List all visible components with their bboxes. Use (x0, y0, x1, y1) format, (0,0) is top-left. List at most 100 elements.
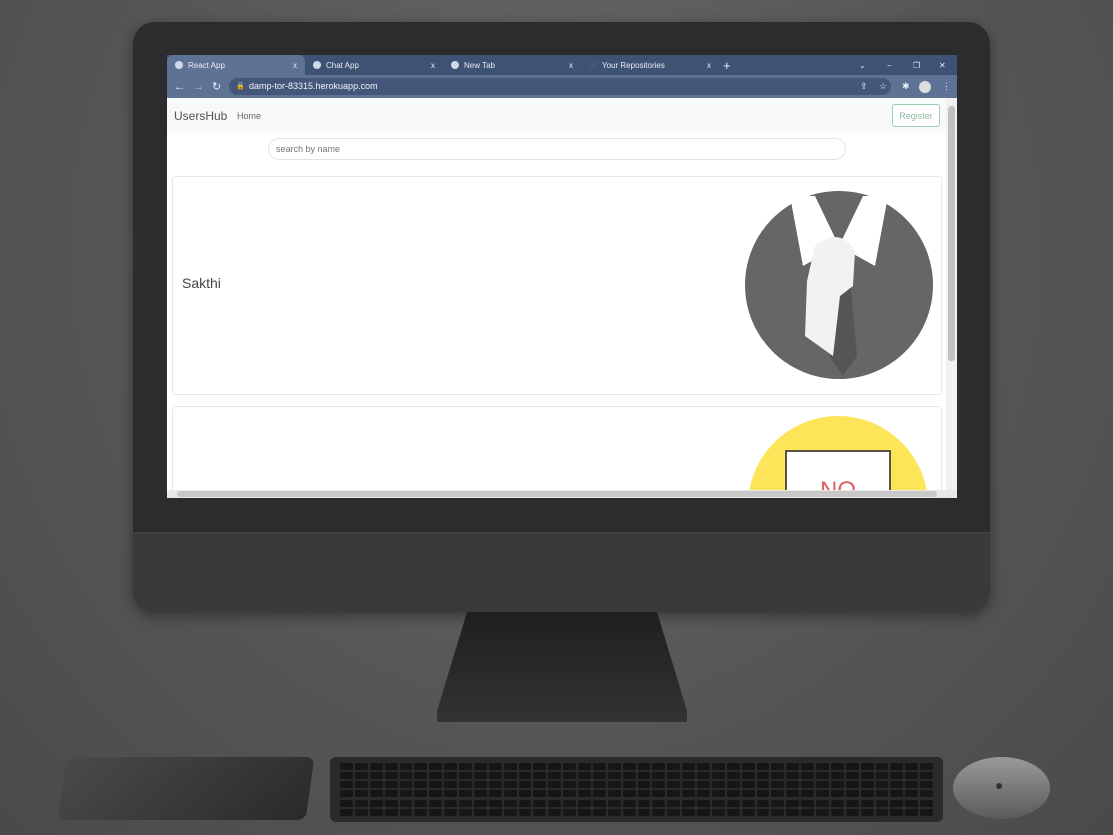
key (578, 808, 591, 816)
key (518, 763, 532, 770)
reload-icon[interactable]: ↻ (212, 80, 221, 93)
lock-icon: 🔒 (236, 83, 245, 90)
nav-home-link[interactable]: Home (237, 111, 261, 121)
key (726, 808, 740, 816)
restore-button[interactable]: ❐ (913, 61, 920, 70)
share-icon[interactable]: ⇪ (860, 81, 868, 92)
key (429, 790, 443, 798)
user-card[interactable]: NO (172, 406, 942, 498)
key (369, 772, 383, 780)
key (920, 808, 933, 816)
key (830, 781, 844, 789)
scroll-thumb[interactable] (177, 491, 937, 497)
key (860, 763, 874, 770)
tab-react-app[interactable]: React App x (167, 55, 305, 75)
tab-new-tab[interactable]: New Tab x (443, 55, 581, 75)
key (563, 772, 576, 780)
key (369, 763, 383, 770)
horizontal-scrollbar[interactable] (167, 490, 957, 498)
key (845, 763, 859, 770)
key (444, 763, 457, 770)
key (578, 763, 591, 770)
suit-tie-avatar (745, 191, 933, 379)
key (875, 808, 889, 816)
tab-chat-app[interactable]: Chat App x (305, 55, 443, 75)
profile-avatar[interactable] (919, 80, 931, 93)
key (503, 790, 517, 798)
key (860, 781, 874, 789)
key (667, 781, 681, 789)
close-tab-icon[interactable]: x (431, 61, 435, 70)
key (816, 763, 829, 770)
vertical-scrollbar[interactable] (946, 98, 957, 490)
close-tab-icon[interactable]: x (569, 61, 573, 70)
register-button[interactable]: Register (892, 104, 940, 127)
url-field[interactable]: 🔒 damp-tor-83315.herokuapp.com (229, 78, 891, 95)
minimize-button[interactable]: − (887, 61, 892, 70)
key (726, 799, 740, 807)
key (637, 772, 651, 780)
key (473, 772, 487, 780)
key (607, 808, 621, 816)
key (369, 799, 383, 807)
key (354, 799, 368, 807)
key (890, 790, 904, 798)
key (518, 799, 532, 807)
brand-link[interactable]: UsersHub (174, 109, 227, 123)
key (533, 799, 547, 807)
key (444, 799, 457, 807)
menu-icon[interactable]: ⋮ (942, 81, 951, 92)
github-icon (589, 61, 597, 69)
search-input[interactable] (268, 138, 846, 160)
close-tab-icon[interactable]: x (293, 61, 297, 70)
key (801, 772, 814, 780)
close-window-button[interactable]: ✕ (939, 61, 946, 70)
key (816, 799, 829, 807)
key (845, 799, 859, 807)
key (459, 763, 472, 770)
back-icon[interactable]: ← (174, 81, 185, 93)
key (905, 781, 919, 789)
key (340, 781, 353, 789)
key (667, 808, 681, 816)
key (444, 781, 457, 789)
key (384, 790, 398, 798)
key (667, 772, 681, 780)
key (741, 772, 755, 780)
extensions-icon[interactable]: ✱ (902, 81, 910, 92)
key (905, 808, 919, 816)
tab-your-repositories[interactable]: Your Repositories x (581, 55, 719, 75)
key (786, 781, 800, 789)
bookmark-star-icon[interactable]: ☆ (879, 81, 887, 92)
key (622, 763, 636, 770)
key (637, 808, 651, 816)
key (473, 763, 487, 770)
key (503, 772, 517, 780)
key (369, 781, 383, 789)
key (801, 799, 814, 807)
key (726, 781, 740, 789)
key (518, 808, 532, 816)
key (429, 781, 443, 789)
globe-icon (313, 61, 321, 69)
key (518, 772, 532, 780)
key (399, 772, 413, 780)
forward-icon[interactable]: → (193, 81, 204, 93)
key (607, 772, 621, 780)
new-tab-button[interactable]: + (723, 58, 731, 73)
key (875, 790, 889, 798)
tab-label: Your Repositories (602, 60, 665, 70)
key (741, 790, 755, 798)
key (399, 808, 413, 816)
key (845, 772, 859, 780)
tab-search-icon[interactable]: ⌄ (859, 61, 866, 70)
key (429, 808, 443, 816)
key (652, 781, 666, 789)
user-card[interactable]: Sakthi (172, 176, 942, 395)
key (622, 790, 636, 798)
scroll-thumb[interactable] (948, 106, 955, 361)
key (905, 799, 919, 807)
close-tab-icon[interactable]: x (707, 61, 711, 70)
key (548, 790, 562, 798)
browser-window: React App x Chat App x New Tab x Your Repos… (167, 55, 957, 498)
